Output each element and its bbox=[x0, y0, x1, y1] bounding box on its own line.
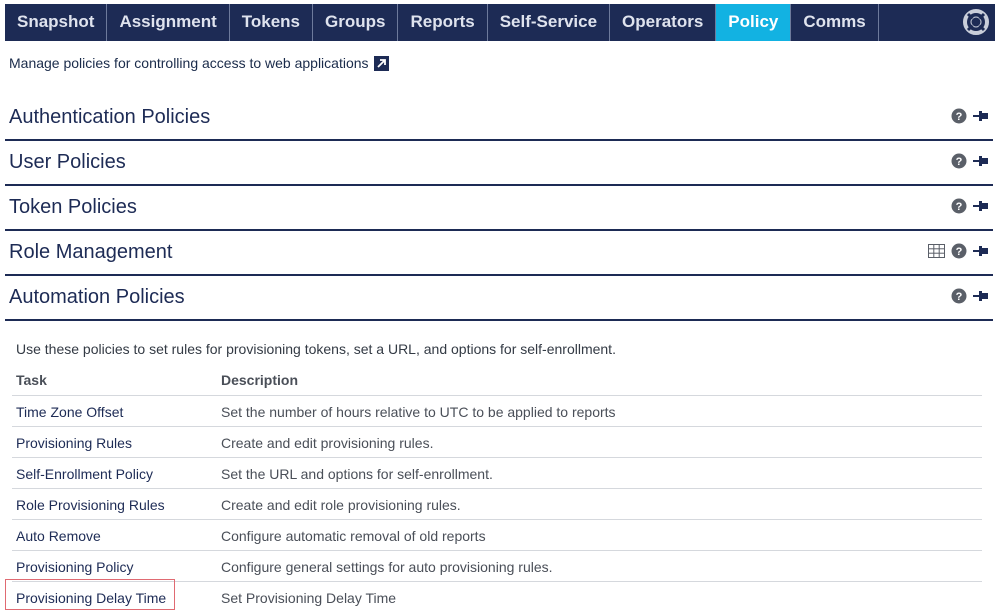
pin-icon[interactable] bbox=[973, 153, 989, 169]
svg-text:?: ? bbox=[956, 246, 963, 258]
nav-tabs: Snapshot Assignment Tokens Groups Report… bbox=[5, 4, 879, 41]
lifebuoy-icon[interactable] bbox=[963, 9, 989, 35]
pin-icon[interactable] bbox=[973, 198, 989, 214]
section-user-policies: User Policies ? bbox=[5, 142, 993, 186]
tab-self-service[interactable]: Self-Service bbox=[488, 4, 611, 41]
svg-text:?: ? bbox=[956, 201, 963, 213]
section-title[interactable]: Role Management bbox=[9, 241, 172, 264]
section-authentication-policies: Authentication Policies ? bbox=[5, 97, 993, 141]
tab-reports[interactable]: Reports bbox=[398, 4, 488, 41]
task-link-role-provisioning-rules[interactable]: Role Provisioning Rules bbox=[16, 497, 165, 513]
task-description: Set the number of hours relative to UTC … bbox=[221, 404, 616, 420]
section-title[interactable]: Automation Policies bbox=[9, 286, 185, 309]
task-description: Set Provisioning Delay Time bbox=[221, 590, 397, 606]
task-description: Configure general settings for auto prov… bbox=[221, 559, 553, 575]
table-grid-icon[interactable] bbox=[928, 244, 945, 258]
task-link-self-enrollment-policy[interactable]: Self-Enrollment Policy bbox=[16, 466, 153, 482]
pin-icon[interactable] bbox=[973, 288, 989, 304]
intro-text: Manage policies for controlling access t… bbox=[9, 55, 369, 71]
tab-comms[interactable]: Comms bbox=[791, 4, 879, 41]
table-row: Provisioning Policy Configure general se… bbox=[12, 550, 982, 581]
svg-text:?: ? bbox=[956, 156, 963, 168]
tab-snapshot[interactable]: Snapshot bbox=[5, 4, 108, 41]
task-description: Set the URL and options for self-enrollm… bbox=[221, 466, 493, 482]
help-icon[interactable]: ? bbox=[951, 108, 967, 124]
section-title[interactable]: Authentication Policies bbox=[9, 106, 210, 129]
help-icon[interactable]: ? bbox=[951, 198, 967, 214]
table-row: Auto Remove Configure automatic removal … bbox=[12, 519, 982, 550]
table-row: Role Provisioning Rules Create and edit … bbox=[12, 488, 982, 519]
task-link-provisioning-policy[interactable]: Provisioning Policy bbox=[16, 559, 134, 575]
task-description: Create and edit role provisioning rules. bbox=[221, 497, 461, 513]
task-link-time-zone-offset[interactable]: Time Zone Offset bbox=[16, 404, 123, 420]
column-header-description: Description bbox=[221, 372, 299, 388]
section-role-management: Role Management ? bbox=[5, 232, 993, 276]
table-row: Self-Enrollment Policy Set the URL and o… bbox=[12, 457, 982, 488]
column-header-task: Task bbox=[16, 372, 47, 388]
task-description: Create and edit provisioning rules. bbox=[221, 435, 434, 451]
section-automation-policies: Automation Policies ? bbox=[5, 277, 993, 321]
tab-assignment[interactable]: Assignment bbox=[107, 4, 230, 41]
tab-groups[interactable]: Groups bbox=[313, 4, 399, 41]
help-icon[interactable]: ? bbox=[951, 153, 967, 169]
svg-text:?: ? bbox=[956, 291, 963, 303]
task-link-auto-remove[interactable]: Auto Remove bbox=[16, 528, 101, 544]
help-icon[interactable]: ? bbox=[951, 288, 967, 304]
help-icon[interactable]: ? bbox=[951, 243, 967, 259]
table-row: Provisioning Rules Create and edit provi… bbox=[12, 426, 982, 457]
tab-operators[interactable]: Operators bbox=[610, 4, 717, 41]
task-description: Configure automatic removal of old repor… bbox=[221, 528, 486, 544]
pin-icon[interactable] bbox=[973, 243, 989, 259]
automation-description: Use these policies to set rules for prov… bbox=[16, 341, 616, 357]
highlight-box bbox=[5, 579, 175, 610]
top-nav-bar: Snapshot Assignment Tokens Groups Report… bbox=[5, 4, 995, 41]
table-row: Time Zone Offset Set the number of hours… bbox=[12, 395, 982, 426]
svg-text:?: ? bbox=[956, 111, 963, 123]
tab-policy[interactable]: Policy bbox=[716, 4, 792, 41]
pin-icon[interactable] bbox=[973, 108, 989, 124]
section-title[interactable]: Token Policies bbox=[9, 196, 137, 219]
section-token-policies: Token Policies ? bbox=[5, 187, 993, 231]
intro-line: Manage policies for controlling access t… bbox=[9, 55, 389, 71]
tab-tokens[interactable]: Tokens bbox=[230, 4, 314, 41]
section-title[interactable]: User Policies bbox=[9, 151, 126, 174]
task-link-provisioning-rules[interactable]: Provisioning Rules bbox=[16, 435, 132, 451]
external-link-icon[interactable] bbox=[373, 55, 389, 71]
